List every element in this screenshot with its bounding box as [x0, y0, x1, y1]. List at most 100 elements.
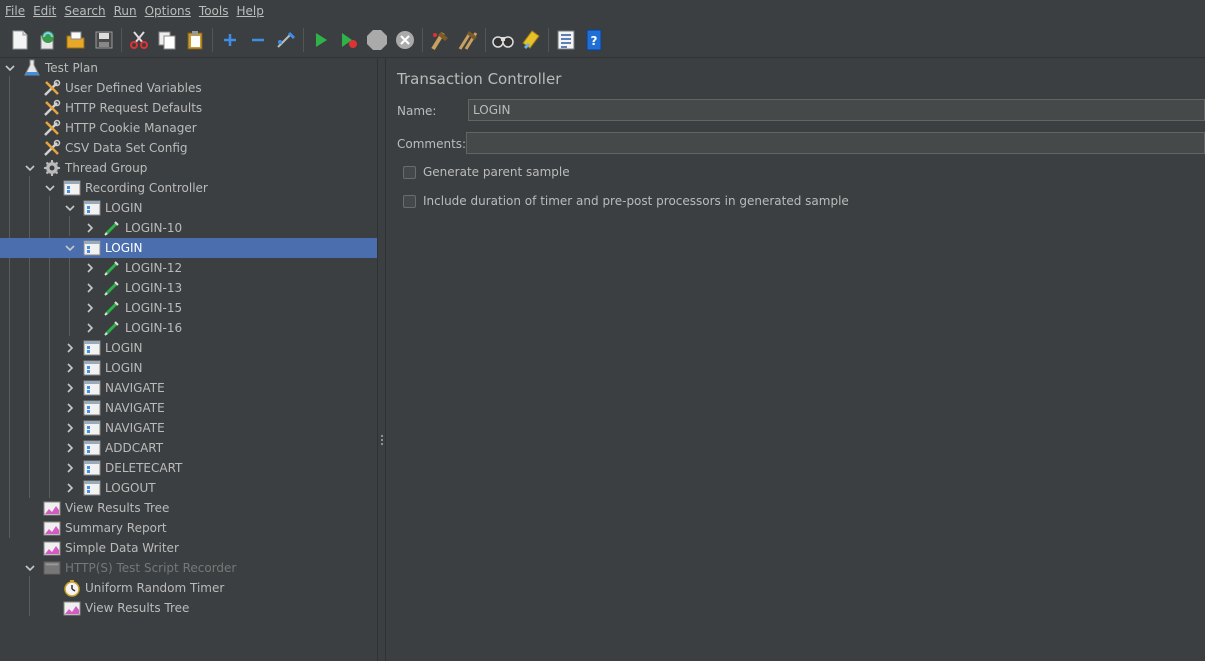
menu-mnemonic: Options	[144, 4, 191, 18]
tree-node[interactable]: HTTP Request Defaults	[0, 98, 377, 118]
tree-node[interactable]: LOGIN	[0, 198, 377, 218]
tree-node[interactable]: LOGIN-12	[0, 258, 377, 278]
menu-mnemonic: Run	[113, 4, 137, 18]
tree-node[interactable]: LOGIN-13	[0, 278, 377, 298]
comments-input[interactable]	[466, 132, 1205, 154]
clear-button[interactable]	[429, 29, 451, 51]
chevron-down-icon[interactable]	[43, 178, 57, 198]
include-timer-duration-checkbox[interactable]: Include duration of timer and pre-post p…	[403, 194, 849, 208]
tree-node[interactable]: LOGIN	[0, 238, 377, 258]
menu-run[interactable]: Run	[109, 4, 140, 18]
menu-search[interactable]: Search	[59, 4, 108, 18]
save-button[interactable]	[93, 29, 115, 51]
menu-options[interactable]: Options	[140, 4, 194, 18]
cut-button[interactable]	[128, 29, 150, 51]
tree-node-label: CSV Data Set Config	[65, 141, 188, 155]
tree-node[interactable]: DELETECART	[0, 458, 377, 478]
generate-parent-sample-checkbox[interactable]: Generate parent sample	[403, 165, 570, 179]
tree-node-label: LOGIN-15	[125, 301, 183, 315]
function-helper-button[interactable]	[555, 29, 577, 51]
tree-node-label: LOGIN	[105, 341, 143, 355]
tree-node[interactable]: HTTP(S) Test Script Recorder	[0, 558, 377, 578]
tree-node[interactable]: LOGIN-10	[0, 218, 377, 238]
new-button[interactable]	[9, 29, 31, 51]
chevron-right-icon[interactable]	[83, 298, 97, 318]
toggle-button[interactable]	[275, 29, 297, 51]
start-no-pauses-button[interactable]	[338, 29, 360, 51]
controller-icon	[83, 479, 101, 497]
stop-button[interactable]	[366, 29, 388, 51]
tree-node[interactable]: NAVIGATE	[0, 418, 377, 438]
menu-mnemonic: Tools	[198, 4, 229, 18]
tree-node-label: LOGIN	[105, 201, 143, 215]
start-button[interactable]	[310, 29, 332, 51]
reset-search-button[interactable]	[520, 29, 542, 51]
shutdown-button[interactable]	[394, 29, 416, 51]
chevron-right-icon[interactable]	[63, 338, 77, 358]
tree-node[interactable]: Thread Group	[0, 158, 377, 178]
chevron-right-icon[interactable]	[63, 458, 77, 478]
split-pane-divider[interactable]	[377, 58, 386, 661]
expand-all-button[interactable]	[219, 29, 241, 51]
copy-button[interactable]	[156, 29, 178, 51]
tree-node[interactable]: Summary Report	[0, 518, 377, 538]
chevron-right-icon[interactable]	[63, 418, 77, 438]
toggle-icon	[275, 30, 297, 50]
chevron-right-icon[interactable]	[83, 318, 97, 338]
name-input[interactable]	[468, 99, 1205, 121]
menu-edit[interactable]: Edit	[28, 4, 59, 18]
menu-tools[interactable]: Tools	[194, 4, 232, 18]
config-element-icon	[43, 119, 61, 137]
tree-node[interactable]: Recording Controller	[0, 178, 377, 198]
chevron-right-icon[interactable]	[83, 278, 97, 298]
tree-node[interactable]: NAVIGATE	[0, 398, 377, 418]
tree-node[interactable]: LOGIN	[0, 358, 377, 378]
tree-node[interactable]: User Defined Variables	[0, 78, 377, 98]
tree-node-label: HTTP Request Defaults	[65, 101, 203, 115]
menu-file[interactable]: File	[0, 4, 28, 18]
chevron-right-icon[interactable]	[63, 378, 77, 398]
tree-node[interactable]: Test Plan	[0, 58, 377, 78]
open-button[interactable]	[65, 29, 87, 51]
tree-node[interactable]: View Results Tree	[0, 598, 377, 618]
checkbox-box[interactable]	[403, 165, 416, 179]
paste-button[interactable]	[184, 29, 206, 51]
tree-node[interactable]: CSV Data Set Config	[0, 138, 377, 158]
chevron-down-icon[interactable]	[3, 58, 17, 78]
tree-node[interactable]: LOGIN-16	[0, 318, 377, 338]
tree-node[interactable]: View Results Tree	[0, 498, 377, 518]
chevron-down-icon[interactable]	[63, 238, 77, 258]
collapse-all-button[interactable]	[247, 29, 269, 51]
chevron-right-icon[interactable]	[63, 478, 77, 498]
chevron-right-icon[interactable]	[83, 258, 97, 278]
tree-node[interactable]: Uniform Random Timer	[0, 578, 377, 598]
clear-all-button[interactable]	[457, 29, 479, 51]
tree-node-label: Summary Report	[65, 521, 167, 535]
chevron-down-icon[interactable]	[23, 158, 37, 178]
tree-node[interactable]: Simple Data Writer	[0, 538, 377, 558]
chevron-down-icon[interactable]	[63, 198, 77, 218]
tree-node[interactable]: NAVIGATE	[0, 378, 377, 398]
tree-node[interactable]: ADDCART	[0, 438, 377, 458]
templates-button[interactable]	[37, 29, 59, 51]
checkbox-box[interactable]	[403, 194, 416, 208]
help-button[interactable]: ?	[583, 29, 605, 51]
chevron-down-icon[interactable]	[23, 558, 37, 578]
chevron-right-icon[interactable]	[83, 218, 97, 238]
chevron-right-icon[interactable]	[63, 358, 77, 378]
search-button[interactable]	[492, 29, 514, 51]
chevron-right-icon[interactable]	[63, 438, 77, 458]
tree-node[interactable]: LOGIN	[0, 338, 377, 358]
tree-node[interactable]: LOGOUT	[0, 478, 377, 498]
help-icon: ?	[585, 29, 603, 51]
menu-help[interactable]: Help	[231, 4, 266, 18]
tree-node[interactable]: LOGIN-15	[0, 298, 377, 318]
new-icon	[11, 30, 29, 50]
toolbar-separator	[548, 27, 549, 52]
tree-node[interactable]: HTTP Cookie Manager	[0, 118, 377, 138]
chevron-right-icon[interactable]	[63, 398, 77, 418]
controller-icon	[83, 239, 101, 257]
menu-mnemonic: File	[5, 4, 26, 18]
